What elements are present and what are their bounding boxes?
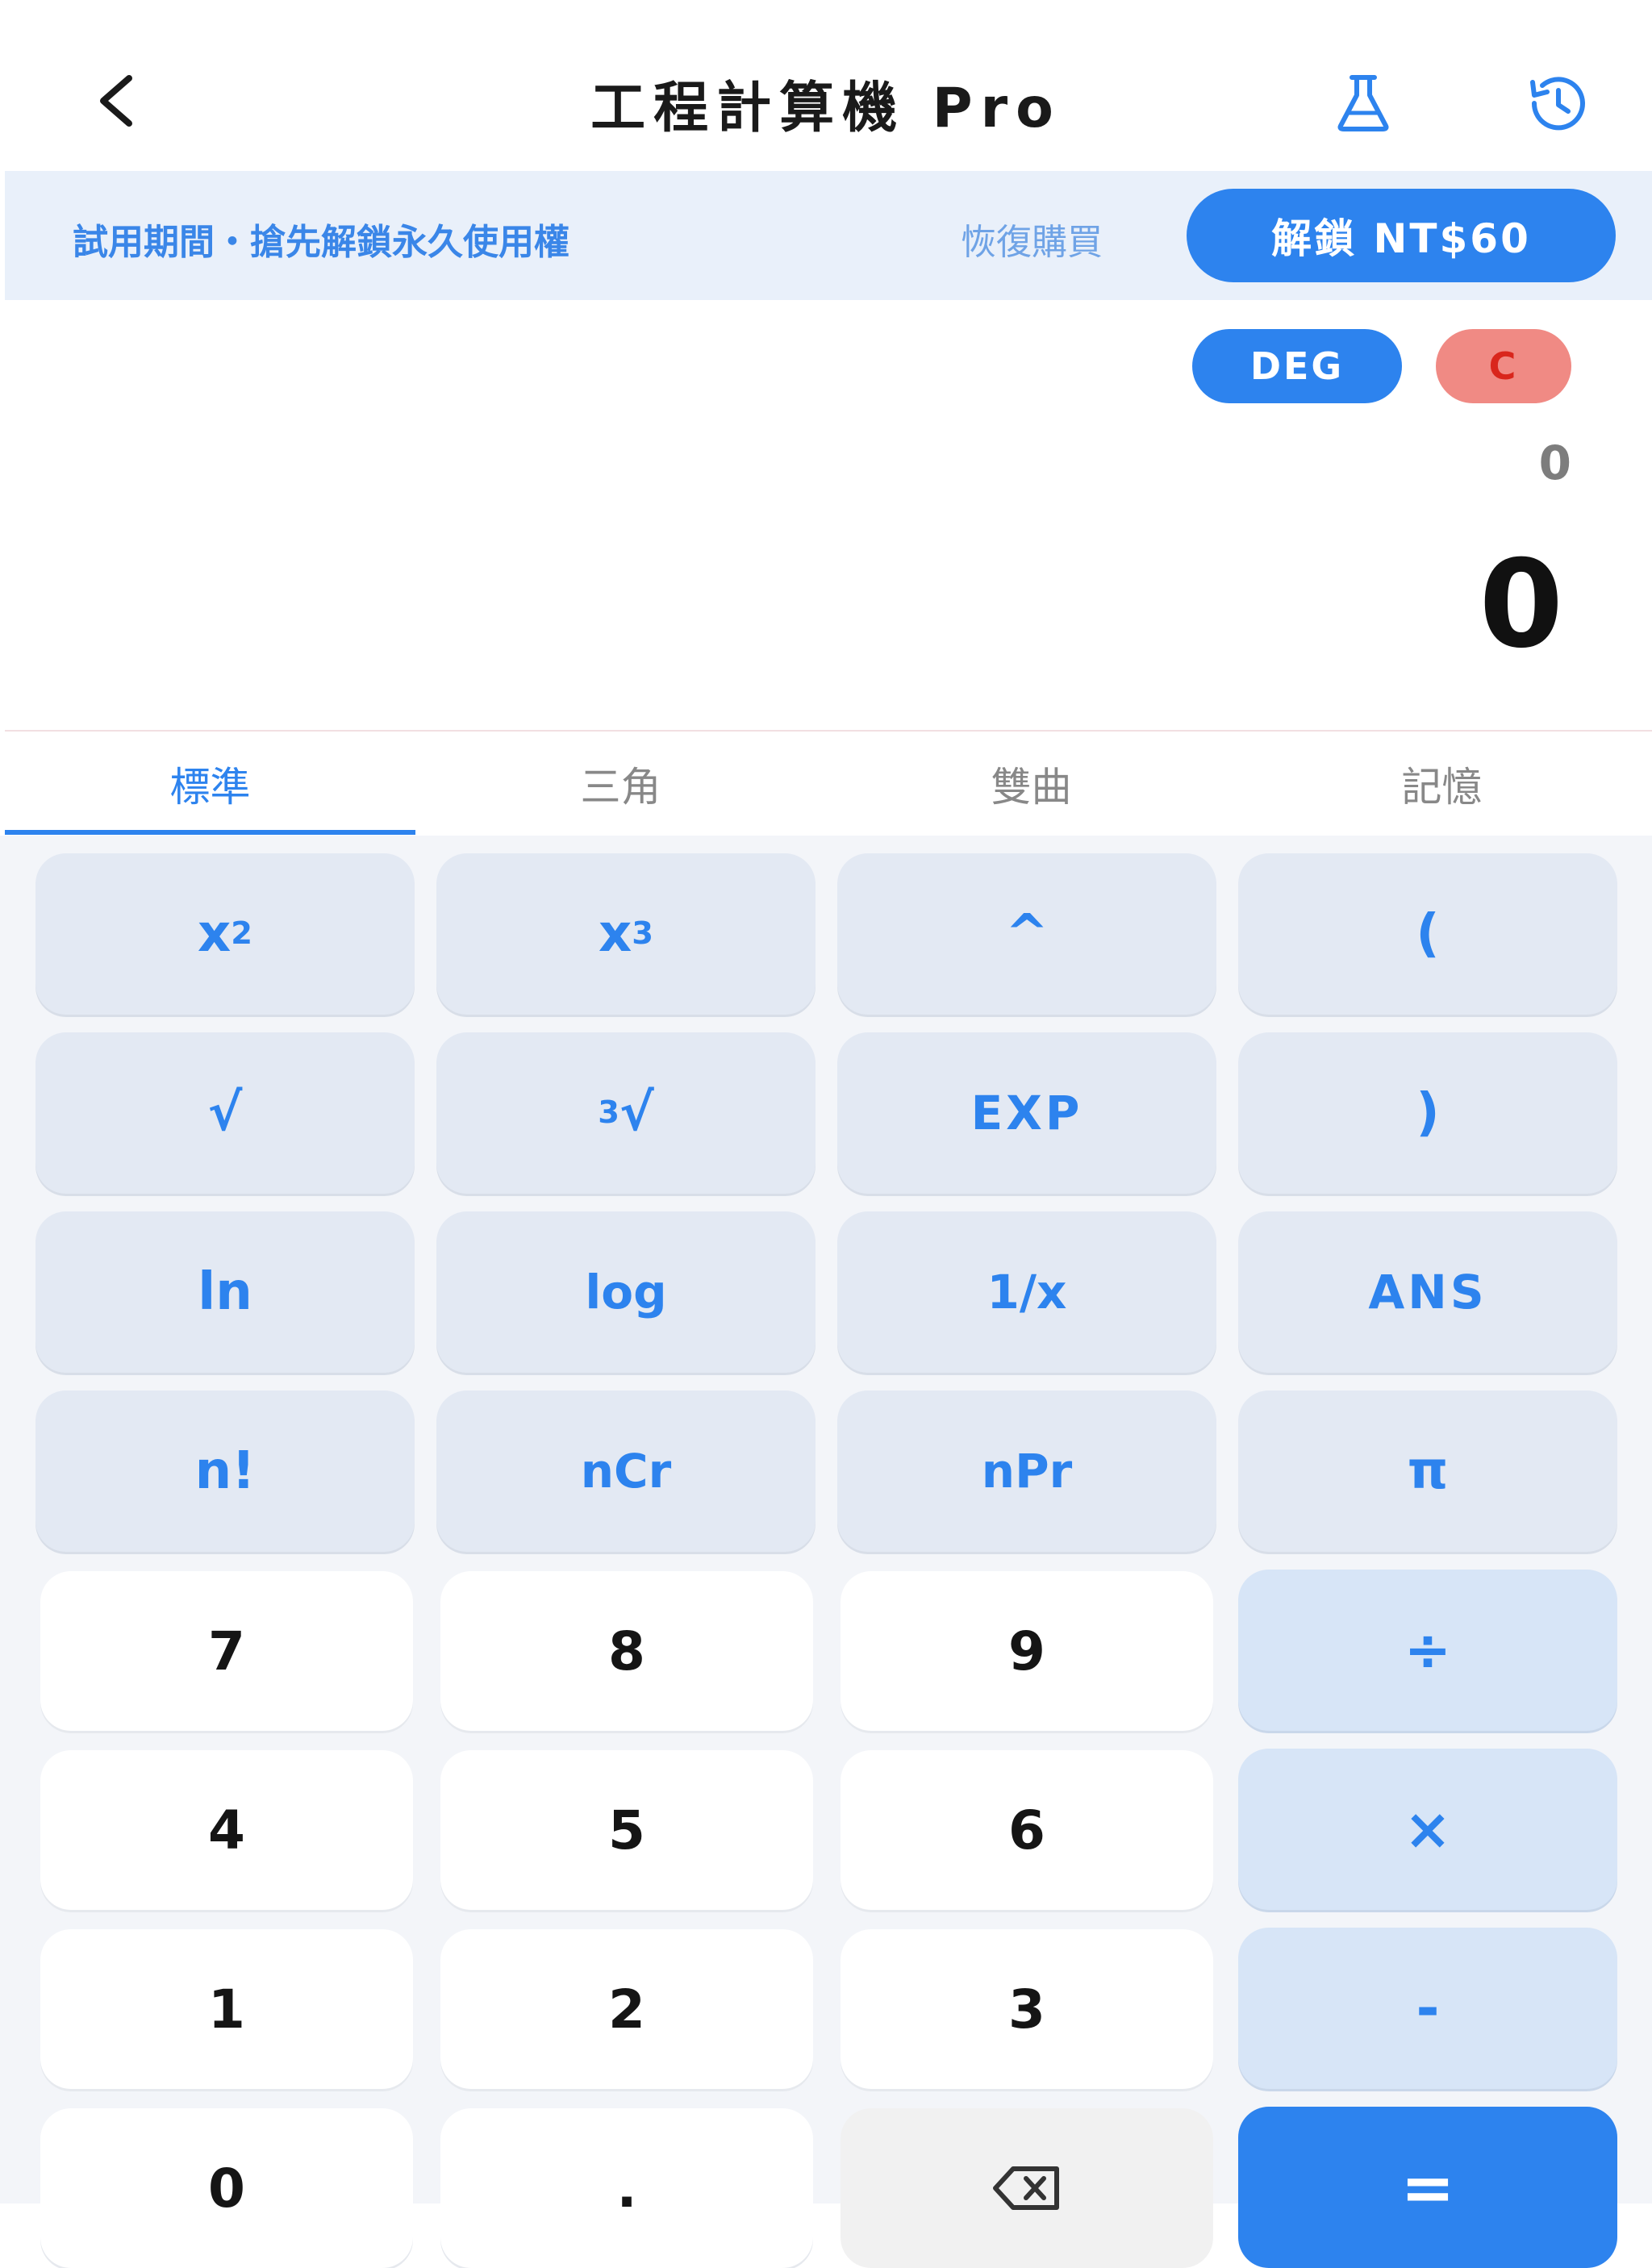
equals-key[interactable]: = <box>1238 2107 1617 2268</box>
minus-key[interactable]: - <box>1238 1928 1617 2089</box>
keypad: x2 x3 ^ ( √ 3 √ EXP ) ln log 1/x ANS n! n… <box>0 836 1652 2268</box>
tab-hyperbolic[interactable]: 雙曲 <box>826 732 1237 835</box>
reciprocal-key[interactable]: 1/x <box>837 1211 1216 1373</box>
digit-2-key[interactable]: 2 <box>440 1929 813 2089</box>
trial-text: 試用期間・搶先解鎖永久使用權 <box>73 222 569 263</box>
square-key-base: x <box>198 904 232 964</box>
divide-key[interactable]: ÷ <box>1238 1570 1617 1731</box>
tab-memory[interactable]: 記憶 <box>1237 732 1647 835</box>
decimal-key[interactable]: . <box>440 2108 813 2268</box>
backspace-icon <box>993 2166 1059 2210</box>
cbrt-key[interactable]: 3 √ <box>436 1032 816 1194</box>
digit-0-key[interactable]: 0 <box>40 2108 413 2268</box>
divider <box>5 730 1652 732</box>
cube-key[interactable]: x3 <box>436 853 816 1015</box>
ln-key[interactable]: ln <box>35 1211 415 1373</box>
result-display: 0 <box>1479 535 1563 675</box>
log-key[interactable]: log <box>436 1211 816 1373</box>
expression-display: 0 <box>1538 436 1571 490</box>
digit-1-key[interactable]: 1 <box>40 1929 413 2089</box>
page-title: 工程計算機 Pro <box>590 77 1062 140</box>
power-key[interactable]: ^ <box>837 853 1216 1015</box>
tab-standard[interactable]: 標準 <box>5 732 415 835</box>
app-header: 工程計算機 Pro <box>0 0 1652 169</box>
digit-6-key[interactable]: 6 <box>841 1750 1213 1910</box>
backspace-key[interactable] <box>841 2108 1213 2268</box>
digit-3-key[interactable]: 3 <box>841 1929 1213 2089</box>
angle-mode-toggle[interactable]: DEG <box>1192 329 1402 403</box>
beaker-icon <box>1337 75 1389 131</box>
digit-5-key[interactable]: 5 <box>440 1750 813 1910</box>
ncr-key[interactable]: nCr <box>436 1390 816 1552</box>
history-icon <box>1530 77 1585 131</box>
digit-8-key[interactable]: 8 <box>440 1571 813 1731</box>
factorial-key[interactable]: n! <box>35 1390 415 1552</box>
sqrt-key[interactable]: √ <box>35 1032 415 1194</box>
restore-purchase-link[interactable]: 恢復購買 <box>961 213 1103 265</box>
clear-button[interactable]: C <box>1436 329 1571 403</box>
ans-key[interactable]: ANS <box>1238 1211 1617 1373</box>
npr-key[interactable]: nPr <box>837 1390 1216 1552</box>
lab-button[interactable] <box>1323 71 1404 135</box>
unlock-button[interactable]: 解鎖 NT$60 <box>1187 189 1616 282</box>
square-key[interactable]: x2 <box>35 853 415 1015</box>
pi-key[interactable]: π <box>1238 1390 1617 1552</box>
cube-key-base: x <box>599 904 632 964</box>
trial-banner: 試用期間・搶先解鎖永久使用權 恢復購買 解鎖 NT$60 <box>5 171 1652 300</box>
left-paren-key[interactable]: ( <box>1238 853 1617 1015</box>
digit-7-key[interactable]: 7 <box>40 1571 413 1731</box>
history-button[interactable] <box>1516 71 1597 135</box>
multiply-key[interactable]: × <box>1238 1749 1617 1910</box>
tab-trigonometric[interactable]: 三角 <box>415 732 826 835</box>
cbrt-key-radical: √ <box>620 1083 654 1143</box>
exp-key[interactable]: EXP <box>837 1032 1216 1194</box>
mode-tabs: 標準 三角 雙曲 記憶 <box>5 732 1647 835</box>
digit-9-key[interactable]: 9 <box>841 1571 1213 1731</box>
digit-4-key[interactable]: 4 <box>40 1750 413 1910</box>
right-paren-key[interactable]: ) <box>1238 1032 1617 1194</box>
